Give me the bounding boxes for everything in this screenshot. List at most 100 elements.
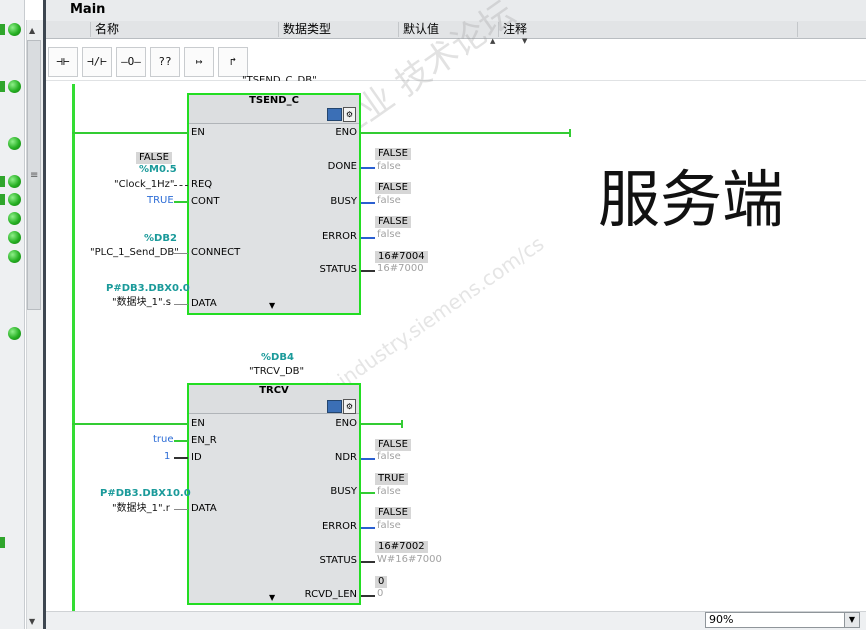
network-marker xyxy=(0,537,5,548)
connect-address: %DB2 xyxy=(144,233,177,244)
eno-wire-end xyxy=(401,420,403,428)
error-value: false xyxy=(377,520,401,531)
ndr-monitor: FALSE xyxy=(375,439,411,451)
status-value: W#16#7000 xyxy=(377,554,442,565)
data-symbol: "数据块_1".s xyxy=(112,297,171,308)
pin-ndr: NDR xyxy=(334,452,357,463)
pin-data: DATA xyxy=(191,503,217,514)
en-wire xyxy=(72,423,188,425)
status-monitor: 16#7002 xyxy=(375,541,428,553)
en-r-value: true xyxy=(153,434,174,445)
status-led-icon xyxy=(8,175,21,188)
network-marker xyxy=(0,194,5,205)
data-address: P#DB3.DBX0.0 xyxy=(106,283,190,294)
rcvd-len-wire xyxy=(361,595,375,597)
coil-button[interactable]: –O– xyxy=(116,47,146,77)
busy-wire xyxy=(361,202,375,204)
online-block-icon[interactable] xyxy=(327,400,342,413)
done-monitor: FALSE xyxy=(375,148,411,160)
status-led-icon xyxy=(8,212,21,225)
ndr-value: false xyxy=(377,451,401,462)
column-datatype[interactable]: 数据类型 xyxy=(278,22,398,37)
error-monitor: FALSE xyxy=(375,507,411,519)
req-monitor-value: FALSE xyxy=(136,152,172,164)
trcv-instance-symbol: "TRCV_DB" xyxy=(249,366,305,377)
eno-wire xyxy=(361,423,403,425)
network-marker xyxy=(0,24,5,35)
status-value: 16#7000 xyxy=(377,263,424,274)
annotation-text: 服务端 xyxy=(598,163,785,236)
eno-wire xyxy=(361,132,571,134)
req-address: %M0.5 xyxy=(139,164,177,175)
busy-monitor: TRUE xyxy=(375,473,408,485)
connect-symbol: "PLC_1_Send_DB" xyxy=(90,247,179,258)
empty-box-button[interactable]: ?? xyxy=(150,47,180,77)
data-wire xyxy=(174,509,188,510)
tsend-instance-label: "TSEND_C_DB" xyxy=(242,75,317,81)
tsend-c-name: TSEND_C xyxy=(249,95,299,106)
trcv-name: TRCV xyxy=(259,385,289,396)
pin-status: STATUS xyxy=(319,555,357,566)
grip-icon: ≡ xyxy=(30,170,39,181)
open-branch-button[interactable]: ↦ xyxy=(184,47,214,77)
pin-cont: CONT xyxy=(191,196,220,207)
contact-nc-button[interactable]: ⊣/⊢ xyxy=(82,47,112,77)
column-name[interactable]: 名称 xyxy=(90,22,278,37)
pin-error: ERROR xyxy=(321,521,357,532)
pin-rcvd-len: RCVD_LEN xyxy=(304,589,357,600)
status-led-icon xyxy=(8,80,21,93)
rcvd-len-value: 0 xyxy=(377,588,384,599)
status-wire xyxy=(361,561,375,563)
ndr-wire xyxy=(361,458,375,460)
zoom-select[interactable]: 90% xyxy=(705,612,845,628)
scroll-up-icon[interactable]: ▲ xyxy=(29,26,35,35)
pin-connect: CONNECT xyxy=(191,247,241,258)
pin-status: STATUS xyxy=(319,264,357,275)
en-wire xyxy=(72,132,188,134)
expand-block-icon[interactable]: ▼ xyxy=(269,593,275,602)
data-address: P#DB3.DBX10.0 xyxy=(100,488,191,499)
status-led-icon xyxy=(8,137,21,150)
id-wire xyxy=(174,457,188,459)
req-wire xyxy=(174,185,188,186)
req-symbol: "Clock_1Hz" xyxy=(114,179,175,190)
data-wire xyxy=(174,304,188,305)
error-value: false xyxy=(377,229,401,240)
busy-value: false xyxy=(377,195,401,206)
eno-wire-end xyxy=(569,129,571,137)
status-led-icon xyxy=(8,23,21,36)
trcv-instance-address: %DB4 xyxy=(261,352,294,363)
rcvd-len-monitor: 0 xyxy=(375,576,388,588)
pin-done: DONE xyxy=(327,161,357,172)
en-r-wire xyxy=(174,440,188,442)
config-icon[interactable]: ⚙ xyxy=(343,399,356,414)
pin-id: ID xyxy=(191,452,202,463)
pin-req: REQ xyxy=(191,179,213,190)
pin-busy: BUSY xyxy=(330,486,357,497)
status-led-icon xyxy=(8,250,21,263)
pin-en: EN xyxy=(191,127,205,138)
network-marker xyxy=(0,176,5,187)
pin-eno: ENO xyxy=(335,418,357,429)
error-wire xyxy=(361,237,375,239)
pin-busy: BUSY xyxy=(330,196,357,207)
expand-block-icon[interactable]: ▼ xyxy=(269,301,275,310)
power-rail xyxy=(72,84,75,611)
scroll-down-icon[interactable]: ▼ xyxy=(29,617,35,626)
config-icon[interactable]: ⚙ xyxy=(343,107,356,122)
block-title: Main xyxy=(70,2,106,17)
cont-wire xyxy=(174,201,188,203)
pin-en: EN xyxy=(191,418,205,429)
online-block-icon[interactable] xyxy=(327,108,342,121)
busy-wire xyxy=(361,492,375,494)
network-marker xyxy=(0,81,5,92)
data-symbol: "数据块_1".r xyxy=(112,503,170,514)
cont-value: TRUE xyxy=(147,195,174,206)
close-branch-button[interactable]: ↱ xyxy=(218,47,248,77)
done-value: false xyxy=(377,161,401,172)
busy-monitor: FALSE xyxy=(375,182,411,194)
contact-no-button[interactable]: ⊣⊢ xyxy=(48,47,78,77)
status-led-icon xyxy=(8,231,21,244)
zoom-dropdown-icon[interactable]: ▼ xyxy=(844,612,860,628)
column-comment[interactable]: 注释 xyxy=(498,22,798,37)
